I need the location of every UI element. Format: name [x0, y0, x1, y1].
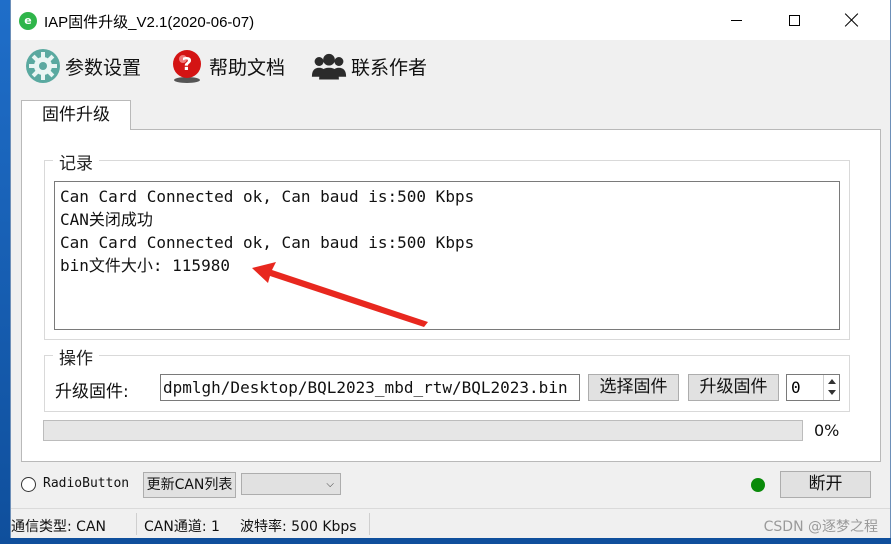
desktop-taskbar-edge	[0, 538, 891, 544]
status-bar: 通信类型: CAN CAN通道: 1 波特率: 500 Kbps CSDN @逐…	[11, 508, 890, 538]
numeric-spinner[interactable]: 0	[786, 374, 840, 401]
log-line: CAN关闭成功	[60, 210, 153, 229]
app-window: e IAP固件升级_V2.1(2020-06-07) 参数设置 ? 帮助文档 联…	[10, 0, 891, 538]
tab-panel: 记录 Can Card Connected ok, Can baud is:50…	[21, 129, 881, 462]
refresh-can-list-button[interactable]: 更新CAN列表	[143, 472, 236, 498]
help-docs-label: 帮助文档	[209, 56, 286, 79]
disconnect-button[interactable]: 断开	[780, 471, 871, 498]
minimize-icon	[730, 19, 742, 21]
radio-button[interactable]	[21, 477, 36, 492]
close-icon	[845, 13, 859, 27]
help-docs-button[interactable]: ? 帮助文档	[169, 46, 285, 86]
log-line: Can Card Connected ok, Can baud is:500 K…	[60, 187, 475, 206]
settings-label: 参数设置	[65, 56, 142, 79]
window-title: IAP固件升级_V2.1(2020-06-07)	[44, 14, 255, 31]
contacts-icon	[311, 48, 347, 84]
log-line: bin文件大小: 115980	[60, 256, 230, 275]
help-icon: ?	[169, 48, 205, 84]
minimize-button[interactable]	[707, 0, 765, 40]
log-group-title: 记录	[53, 149, 99, 174]
upgrade-firmware-button[interactable]: 升级固件	[688, 374, 779, 401]
operation-groupbox: 操作 升级固件: dpmlgh/Desktop/BQL2023_mbd_rtw/…	[44, 344, 850, 412]
tab-firmware-upgrade[interactable]: 固件升级	[21, 100, 131, 130]
app-icon: e	[19, 12, 37, 30]
contact-author-button[interactable]: 联系作者	[311, 46, 427, 86]
upgrade-progress-bar	[43, 420, 803, 441]
watermark: CSDN @逐梦之程	[763, 519, 878, 535]
firmware-label: 升级固件:	[55, 382, 129, 402]
connection-status-led	[751, 478, 765, 492]
close-button[interactable]	[823, 0, 881, 40]
firmware-path-input[interactable]: dpmlgh/Desktop/BQL2023_mbd_rtw/BQL2023.b…	[160, 374, 580, 401]
spinner-buttons[interactable]	[823, 375, 839, 400]
radio-button-label[interactable]: RadioButton	[43, 476, 129, 491]
status-baud-rate: 波特率: 500 Kbps	[240, 519, 357, 535]
log-line: Can Card Connected ok, Can baud is:500 K…	[60, 233, 475, 252]
operation-group-title: 操作	[53, 344, 99, 369]
status-separator	[369, 513, 370, 535]
maximize-icon	[788, 14, 800, 26]
desktop-background	[0, 0, 10, 544]
contact-author-label: 联系作者	[351, 56, 428, 79]
gear-icon	[25, 48, 61, 84]
settings-button[interactable]: 参数设置	[25, 46, 141, 86]
can-device-combobox[interactable]: ⌵	[241, 473, 341, 495]
spinner-up-icon[interactable]	[828, 379, 836, 384]
status-separator	[136, 513, 137, 535]
select-firmware-button[interactable]: 选择固件	[588, 374, 679, 401]
spinner-down-icon[interactable]	[828, 390, 836, 395]
chevron-down-icon[interactable]: ⌵	[326, 479, 334, 490]
status-can-channel: CAN通道: 1	[144, 519, 220, 535]
spinner-value: 0	[791, 378, 801, 397]
toolbar: 参数设置 ? 帮助文档 联系作者	[11, 40, 890, 92]
svg-text:?: ?	[182, 54, 192, 75]
log-groupbox: 记录 Can Card Connected ok, Can baud is:50…	[44, 149, 850, 340]
maximize-button[interactable]	[765, 0, 823, 40]
tab-strip: 固件升级	[11, 98, 890, 130]
status-comm-type: 通信类型: CAN	[11, 519, 106, 535]
bottom-controls: RadioButton 更新CAN列表 ⌵ 断开	[11, 470, 890, 500]
log-textbox[interactable]: Can Card Connected ok, Can baud is:500 K…	[54, 181, 840, 330]
progress-percent-label: 0%	[814, 421, 840, 440]
title-bar[interactable]: e IAP固件升级_V2.1(2020-06-07)	[11, 0, 890, 40]
